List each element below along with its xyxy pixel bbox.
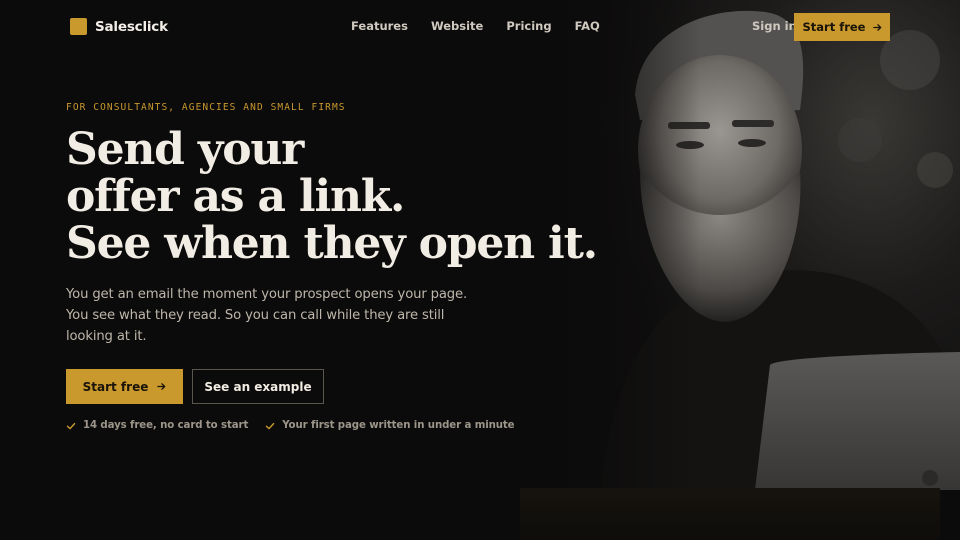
see-example-button[interactable]: See an example	[192, 369, 324, 404]
hero-start-free-button[interactable]: Start free	[66, 369, 183, 404]
check-icon	[266, 422, 275, 429]
nav-link-website[interactable]: Website	[431, 19, 483, 33]
logo-mark-icon	[70, 18, 87, 35]
top-nav: Salesclick Features Website Pricing FAQ …	[0, 0, 960, 54]
nav-start-free-button[interactable]: Start free	[794, 13, 890, 41]
nav-links: Features Website Pricing FAQ	[351, 19, 600, 33]
hero-subcopy: You get an email the moment your prospec…	[66, 287, 468, 344]
arrow-right-icon	[157, 383, 166, 390]
check-item-label: 14 days free, no card to start	[83, 420, 249, 431]
hero-headline: Send your offer as a link. See when they…	[66, 124, 598, 269]
sign-in-link[interactable]: Sign in	[752, 19, 797, 33]
see-example-label: See an example	[204, 379, 312, 394]
headline-line-2: offer as a link.	[66, 171, 405, 222]
nav-link-pricing[interactable]: Pricing	[506, 19, 551, 33]
nav-link-features[interactable]: Features	[351, 19, 408, 33]
check-item-label: Your first page written in under a minut…	[282, 420, 515, 431]
check-item: 14 days free, no card to start	[66, 420, 248, 431]
nav-link-faq[interactable]: FAQ	[575, 19, 600, 33]
hero-start-free-label: Start free	[82, 379, 149, 394]
nav-start-free-label: Start free	[802, 20, 866, 34]
arrow-right-icon	[872, 23, 881, 31]
brand-name: Salesclick	[95, 18, 168, 35]
logo[interactable]: Salesclick	[70, 18, 168, 35]
headline-line-1: Send your	[66, 124, 304, 175]
hero-checks: 14 days free, no card to start Your firs…	[66, 420, 515, 431]
check-icon	[66, 422, 76, 429]
check-item: Your first page written in under a minut…	[265, 420, 515, 431]
hero-eyebrow: FOR CONSULTANTS, AGENCIES AND SMALL FIRM…	[66, 102, 346, 113]
headline-line-3: See when they open it.	[66, 218, 598, 269]
bottom-glow	[520, 488, 940, 540]
